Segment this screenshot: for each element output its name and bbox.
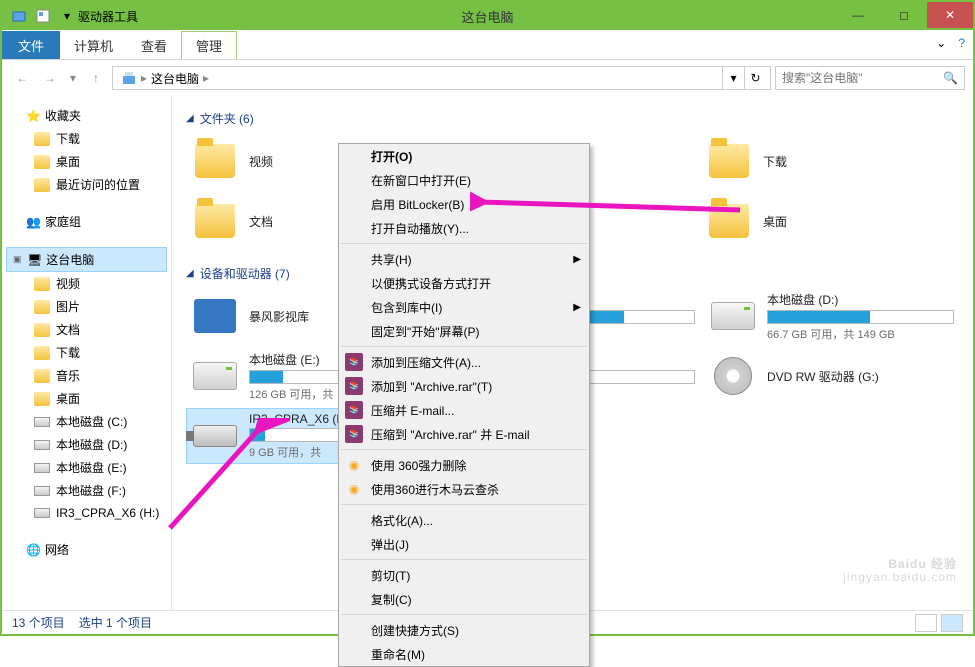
forward-button[interactable]: → bbox=[38, 66, 62, 90]
back-button[interactable]: ← bbox=[10, 66, 34, 90]
menu-item[interactable]: 剪切(T) bbox=[339, 563, 589, 587]
sidebar-item[interactable]: IR3_CPRA_X6 (H:) bbox=[6, 502, 167, 524]
context-menu: 打开(O)在新窗口中打开(E)启用 BitLocker(B)打开自动播放(Y).… bbox=[338, 143, 590, 667]
sidebar-item[interactable]: 本地磁盘 (E:) bbox=[6, 456, 167, 479]
titlebar: ▾ 驱动器工具 这台电脑 — ◻ ✕ bbox=[2, 2, 973, 30]
section-folders[interactable]: ◢文件夹 (6) bbox=[186, 104, 959, 133]
menu-item[interactable]: 共享(H)▶ bbox=[339, 247, 589, 271]
menu-item[interactable]: 以便携式设备方式打开 bbox=[339, 271, 589, 295]
address-dropdown-icon[interactable]: ▾ bbox=[722, 67, 744, 89]
status-selected: 选中 1 个项目 bbox=[79, 614, 152, 631]
sidebar-item[interactable]: 本地磁盘 (C:) bbox=[6, 410, 167, 433]
menu-item[interactable]: 📚压缩到 "Archive.rar" 并 E-mail bbox=[339, 422, 589, 446]
submenu-arrow-icon: ▶ bbox=[573, 254, 581, 265]
rar-icon: 📚 bbox=[345, 353, 363, 371]
sidebar-item[interactable]: 图片 bbox=[6, 295, 167, 318]
help-icon[interactable]: ? bbox=[958, 36, 965, 50]
drive-tile[interactable]: 本地磁盘 (D:)66.7 GB 可用，共 149 GB bbox=[704, 288, 959, 344]
window-title: 这台电脑 bbox=[461, 7, 513, 26]
qat-properties[interactable] bbox=[32, 5, 54, 27]
menu-item[interactable]: 复制(C) bbox=[339, 587, 589, 611]
menu-item[interactable]: 在新窗口中打开(E) bbox=[339, 168, 589, 192]
menu-item[interactable]: 📚添加到压缩文件(A)... bbox=[339, 350, 589, 374]
folder-tile[interactable]: 桌面 bbox=[700, 193, 955, 249]
search-box[interactable]: 🔍 bbox=[775, 66, 965, 90]
tab-manage[interactable]: 管理 bbox=[181, 31, 237, 59]
folder-tile[interactable]: 下载 bbox=[700, 133, 955, 189]
close-button[interactable]: ✕ bbox=[927, 2, 973, 28]
sidebar-network[interactable]: 🌐 网络 bbox=[6, 538, 167, 561]
maximize-button[interactable]: ◻ bbox=[881, 2, 927, 28]
sidebar-homegroup[interactable]: 👥 家庭组 bbox=[6, 210, 167, 233]
submenu-arrow-icon: ▶ bbox=[573, 302, 581, 313]
watermark: Baidu 经验 jingyan.baidu.com bbox=[843, 558, 957, 584]
menu-item[interactable]: 打开自动播放(Y)... bbox=[339, 216, 589, 240]
ribbon-tabs: 文件 计算机 查看 管理 ⌄ ? bbox=[2, 30, 973, 60]
history-dropdown[interactable]: ▾ bbox=[66, 66, 80, 90]
menu-item[interactable]: 格式化(A)... bbox=[339, 508, 589, 532]
menu-item[interactable]: 打开(O) bbox=[339, 144, 589, 168]
view-tiles-button[interactable] bbox=[941, 614, 963, 632]
sidebar-item[interactable]: 本地磁盘 (D:) bbox=[6, 433, 167, 456]
360-icon: ◉ bbox=[345, 480, 363, 498]
qat-dropdown-icon[interactable]: ▾ bbox=[56, 5, 78, 27]
sidebar-item[interactable]: 下载 bbox=[6, 341, 167, 364]
view-details-button[interactable] bbox=[915, 614, 937, 632]
menu-item[interactable]: 固定到"开始"屏幕(P) bbox=[339, 319, 589, 343]
minimize-button[interactable]: — bbox=[835, 2, 881, 28]
qat-icon[interactable] bbox=[8, 5, 30, 27]
sidebar-thispc[interactable]: ▣🖥 这台电脑 bbox=[6, 247, 167, 272]
ribbon-context-label: 驱动器工具 bbox=[78, 8, 138, 25]
sidebar-item[interactable]: 下载 bbox=[6, 127, 167, 150]
address-bar[interactable]: ▸ 这台电脑 ▸ ▾ ↻ bbox=[112, 66, 771, 90]
rar-icon: 📚 bbox=[345, 377, 363, 395]
menu-item[interactable]: 包含到库中(I)▶ bbox=[339, 295, 589, 319]
sidebar-item[interactable]: 最近访问的位置 bbox=[6, 173, 167, 196]
menu-item[interactable]: 创建快捷方式(S) bbox=[339, 618, 589, 642]
360-icon: ◉ bbox=[345, 456, 363, 474]
tab-file[interactable]: 文件 bbox=[2, 31, 60, 59]
refresh-button[interactable]: ↻ bbox=[744, 67, 766, 89]
menu-item[interactable]: 重命名(M) bbox=[339, 642, 589, 666]
sidebar-item[interactable]: 视频 bbox=[6, 272, 167, 295]
up-button[interactable]: ↑ bbox=[84, 66, 108, 90]
sidebar-item[interactable]: 桌面 bbox=[6, 150, 167, 173]
sidebar-item[interactable]: 音乐 bbox=[6, 364, 167, 387]
sidebar-item[interactable]: 桌面 bbox=[6, 387, 167, 410]
tab-view[interactable]: 查看 bbox=[127, 31, 181, 59]
rar-icon: 📚 bbox=[345, 425, 363, 443]
status-items: 13 个项目 bbox=[12, 614, 65, 631]
breadcrumb[interactable]: 这台电脑 bbox=[147, 70, 203, 87]
ribbon-expand-icon[interactable]: ⌄ bbox=[936, 36, 946, 50]
sidebar-item[interactable]: 文档 bbox=[6, 318, 167, 341]
sidebar-item[interactable]: 本地磁盘 (F:) bbox=[6, 479, 167, 502]
rar-icon: 📚 bbox=[345, 401, 363, 419]
menu-item[interactable]: 📚压缩并 E-mail... bbox=[339, 398, 589, 422]
sidebar: ⭐ 收藏夹 下载桌面最近访问的位置 👥 家庭组 ▣🖥 这台电脑 视频图片文档下载… bbox=[2, 96, 172, 610]
menu-item[interactable]: ◉使用360进行木马云查杀 bbox=[339, 477, 589, 501]
search-input[interactable] bbox=[782, 71, 939, 85]
menu-item[interactable]: 📚添加到 "Archive.rar"(T) bbox=[339, 374, 589, 398]
menu-item[interactable]: ◉使用 360强力删除 bbox=[339, 453, 589, 477]
tab-computer[interactable]: 计算机 bbox=[60, 31, 127, 59]
drive-tile[interactable]: DVD RW 驱动器 (G:) bbox=[704, 348, 959, 404]
menu-item[interactable]: 启用 BitLocker(B) bbox=[339, 192, 589, 216]
sidebar-favorites[interactable]: ⭐ 收藏夹 bbox=[6, 104, 167, 127]
search-icon: 🔍 bbox=[943, 71, 958, 85]
menu-item[interactable]: 弹出(J) bbox=[339, 532, 589, 556]
nav-row: ← → ▾ ↑ ▸ 这台电脑 ▸ ▾ ↻ 🔍 bbox=[2, 60, 973, 96]
